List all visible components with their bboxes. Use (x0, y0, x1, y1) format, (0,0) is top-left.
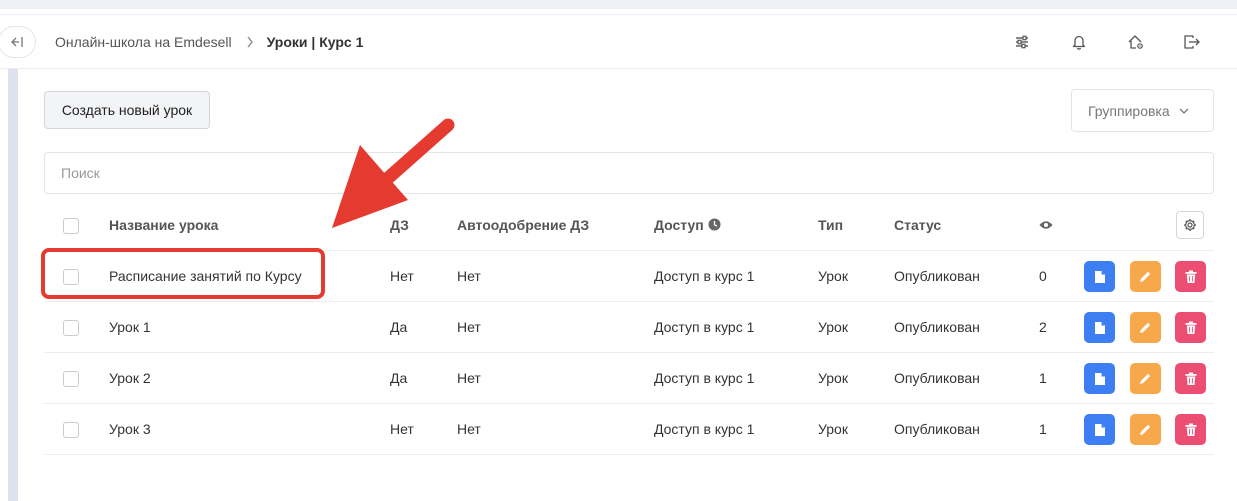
breadcrumb: Онлайн-школа на Emdesell Уроки | Курс 1 (55, 15, 363, 69)
column-header-name[interactable]: Название урока (109, 199, 218, 250)
lesson-type: Урок (818, 319, 848, 335)
trash-icon (1185, 372, 1197, 386)
grouping-label: Группировка (1088, 102, 1170, 119)
lesson-access: Доступ в курс 1 (654, 370, 755, 386)
table-row: Урок 2 Да Нет Доступ в курс 1 Урок Опубликова… (44, 353, 1214, 404)
search-input[interactable] (44, 152, 1214, 194)
row-checkbox[interactable] (63, 371, 79, 387)
view-lesson-button[interactable] (1084, 363, 1115, 394)
lesson-auto-approve: Нет (457, 268, 481, 284)
lesson-status: Опубликован (894, 319, 980, 335)
grouping-dropdown[interactable]: Группировка (1071, 89, 1214, 132)
sliders-icon[interactable] (1013, 33, 1031, 51)
delete-lesson-button[interactable] (1175, 312, 1206, 343)
breadcrumb-item-current: Уроки | Курс 1 (266, 34, 364, 50)
lesson-views: 1 (1039, 421, 1047, 437)
lesson-name[interactable]: Урок 3 (109, 404, 151, 454)
lesson-name[interactable]: Урок 2 (109, 353, 151, 403)
lesson-access: Доступ в курс 1 (654, 268, 755, 284)
view-lesson-button[interactable] (1084, 312, 1115, 343)
lesson-auto-approve: Нет (457, 370, 481, 386)
sidebar-edge (8, 69, 18, 501)
lesson-homework: Нет (390, 268, 414, 284)
table-row: Урок 3 Нет Нет Доступ в курс 1 Урок Опубликов… (44, 404, 1214, 455)
view-lesson-button[interactable] (1084, 261, 1115, 292)
table-row: Расписание занятий по Курсу Нет Нет Доступ … (44, 251, 1214, 302)
trash-icon (1185, 270, 1197, 284)
document-icon (1094, 270, 1106, 284)
edit-lesson-button[interactable] (1130, 261, 1161, 292)
lesson-status: Опубликован (894, 421, 980, 437)
edit-lesson-button[interactable] (1130, 363, 1161, 394)
pencil-icon (1139, 423, 1152, 436)
chevron-down-icon (1179, 108, 1189, 114)
lesson-type: Урок (818, 421, 848, 437)
breadcrumb-item-school[interactable]: Онлайн-школа на Emdesell (55, 34, 232, 50)
edit-lesson-button[interactable] (1130, 414, 1161, 445)
lesson-status: Опубликован (894, 268, 980, 284)
pencil-icon (1139, 321, 1152, 334)
row-checkbox[interactable] (63, 422, 79, 438)
pencil-icon (1139, 372, 1152, 385)
document-icon (1094, 321, 1106, 335)
page-header: Онлайн-школа на Emdesell Уроки | Курс 1 (0, 15, 1237, 69)
row-checkbox[interactable] (63, 320, 79, 336)
delete-lesson-button[interactable] (1175, 414, 1206, 445)
lesson-views: 2 (1039, 319, 1047, 335)
lesson-status: Опубликован (894, 370, 980, 386)
document-icon (1094, 423, 1106, 437)
bell-icon[interactable] (1070, 33, 1088, 51)
row-checkbox[interactable] (63, 269, 79, 285)
lesson-homework: Да (390, 319, 408, 335)
column-header-type[interactable]: Тип (818, 199, 843, 250)
column-header-auto-approve[interactable]: Автоодобрение ДЗ (457, 199, 589, 250)
lesson-homework: Да (390, 370, 408, 386)
gear-icon (1184, 219, 1196, 231)
lesson-views: 0 (1039, 268, 1047, 284)
delete-lesson-button[interactable] (1175, 363, 1206, 394)
edit-lesson-button[interactable] (1130, 312, 1161, 343)
clock-icon (708, 218, 721, 231)
lesson-homework: Нет (390, 421, 414, 437)
lesson-type: Урок (818, 268, 848, 284)
table-row: Урок 1 Да Нет Доступ в курс 1 Урок Опубликова… (44, 302, 1214, 353)
home-gear-icon[interactable] (1127, 33, 1145, 51)
logout-icon[interactable] (1183, 33, 1201, 51)
pencil-icon (1139, 270, 1152, 283)
column-header-homework[interactable]: ДЗ (390, 199, 409, 250)
document-icon (1094, 372, 1106, 386)
lesson-name[interactable]: Урок 1 (109, 302, 151, 352)
table-header-row: Название урока ДЗ Автоодобрение ДЗ Досту… (44, 199, 1214, 251)
lesson-access: Доступ в курс 1 (654, 421, 755, 437)
view-lesson-button[interactable] (1084, 414, 1115, 445)
trash-icon (1185, 423, 1197, 437)
select-all-checkbox[interactable] (63, 217, 79, 234)
chevron-right-icon (246, 36, 254, 48)
collapse-sidebar-button[interactable] (0, 26, 36, 58)
lessons-table: Название урока ДЗ Автоодобрение ДЗ Досту… (44, 199, 1214, 455)
lesson-type: Урок (818, 370, 848, 386)
create-lesson-button[interactable]: Создать новый урок (44, 91, 210, 129)
eye-icon (1039, 199, 1053, 250)
table-settings-button[interactable] (1176, 211, 1204, 239)
trash-icon (1185, 321, 1197, 335)
lesson-auto-approve: Нет (457, 421, 481, 437)
column-header-access-label: Доступ (654, 216, 704, 233)
lesson-name[interactable]: Расписание занятий по Курсу (109, 251, 302, 301)
delete-lesson-button[interactable] (1175, 261, 1206, 292)
lesson-auto-approve: Нет (457, 319, 481, 335)
lesson-views: 1 (1039, 370, 1047, 386)
column-header-access[interactable]: Доступ (654, 199, 721, 250)
column-header-status[interactable]: Статус (894, 199, 941, 250)
collapse-sidebar-icon (11, 37, 23, 47)
top-strip (0, 0, 1237, 9)
lesson-access: Доступ в курс 1 (654, 319, 755, 335)
